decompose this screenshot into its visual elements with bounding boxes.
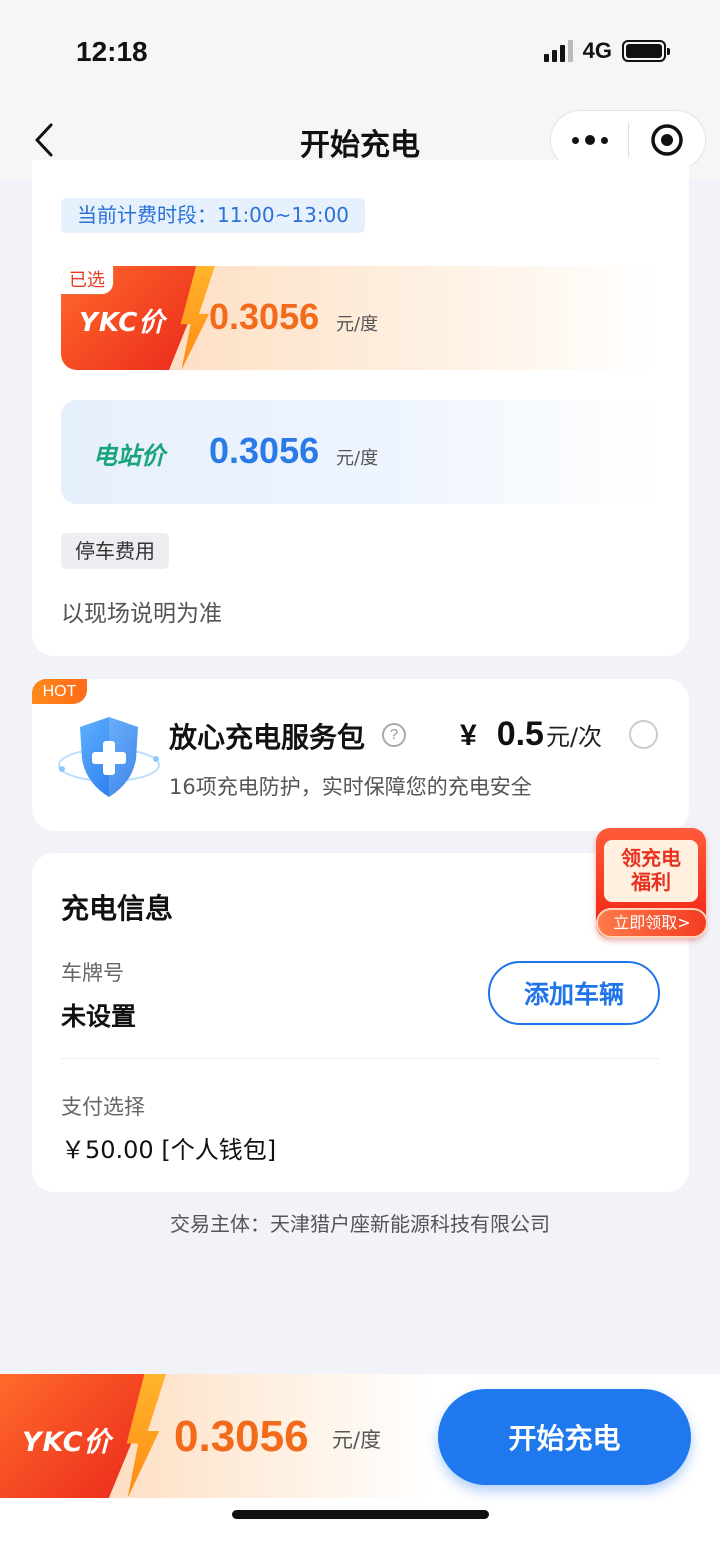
ykc-price-option[interactable]: YKC价 已选 0.3056 元/度 xyxy=(61,266,661,370)
network-type: 4G xyxy=(582,38,612,63)
promo-claim-button[interactable]: 立即领取> xyxy=(596,908,708,938)
service-package-card[interactable]: HOT 放心充电服务包 ? ¥ 0.5 元/次 16项充电防护，实时保障您的充电… xyxy=(32,679,689,831)
target-close-icon xyxy=(651,124,683,156)
parking-fee-note: 以现场说明为准 xyxy=(61,601,222,627)
bottom-action-bar: YKC价 0.3056 元/度 开始充电 xyxy=(0,1374,720,1561)
signal-icon xyxy=(543,40,573,62)
ykc-logo: YKC价 xyxy=(79,308,166,338)
ykc-price-unit: 元/度 xyxy=(336,314,379,335)
service-select-radio[interactable] xyxy=(629,720,658,749)
start-charging-button[interactable]: 开始充电 xyxy=(438,1389,691,1485)
payment-label: 支付选择 xyxy=(61,1095,145,1119)
service-price: ¥ 0.5 元/次 xyxy=(460,715,602,754)
pricing-card: 当前计费时段：11:00~13:00 YKC价 已选 0.3056 元/度 电站… xyxy=(32,160,689,656)
service-amount: 0.5 xyxy=(496,715,544,753)
plate-label: 车牌号 xyxy=(61,961,124,985)
status-time: 12:18 xyxy=(76,36,148,67)
station-price-option[interactable]: 电站价 0.3056 元/度 xyxy=(61,400,661,504)
bottom-price-value: 0.3056 xyxy=(174,1412,309,1461)
more-dots-icon xyxy=(571,136,579,144)
payment-method[interactable]: ￥50.00 [个人钱包] xyxy=(61,1130,276,1165)
service-title: 放心充电服务包 xyxy=(169,721,366,754)
divider xyxy=(61,1058,659,1059)
promo-float-banner[interactable]: 领充电 福利 立即领取> xyxy=(590,822,712,940)
add-vehicle-button[interactable]: 添加车辆 xyxy=(488,961,660,1025)
home-indicator xyxy=(232,1510,489,1519)
service-description: 16项充电防护，实时保障您的充电安全 xyxy=(169,775,532,799)
hot-badge: HOT xyxy=(32,679,87,704)
bottom-price-panel: YKC价 0.3056 元/度 xyxy=(0,1374,430,1498)
status-indicators: 4G xyxy=(543,38,670,64)
selected-tag: 已选 xyxy=(61,266,114,295)
parking-fee-tag: 停车费用 xyxy=(61,533,169,569)
ykc-logo: YKC价 xyxy=(22,1427,112,1458)
station-price-logo: 电站价 xyxy=(93,442,165,470)
currency-symbol: ¥ xyxy=(460,719,477,752)
station-price-unit: 元/度 xyxy=(336,448,379,469)
plate-value: 未设置 xyxy=(61,1002,137,1031)
status-bar: 12:18 4G xyxy=(0,0,720,100)
shield-icon xyxy=(54,707,164,807)
billing-period-tag: 当前计费时段：11:00~13:00 xyxy=(61,198,366,233)
help-icon[interactable]: ? xyxy=(382,723,406,747)
station-price-value: 0.3056 xyxy=(209,430,320,471)
battery-icon xyxy=(622,40,670,62)
promo-title-line2: 福利 xyxy=(631,870,671,894)
merchant-entity-text: 交易主体：天津猎户座新能源科技有限公司 xyxy=(170,1212,550,1236)
bottom-price-unit: 元/度 xyxy=(332,1428,382,1452)
ykc-price-value: 0.3056 xyxy=(209,296,320,337)
service-unit: 元/次 xyxy=(545,723,603,751)
charge-info-title: 充电信息 xyxy=(61,892,174,925)
